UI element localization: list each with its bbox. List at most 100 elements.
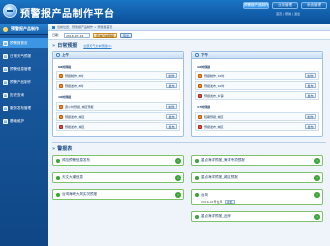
alerts-section-title: » 警报表: [52, 145, 73, 153]
sidebar-item-warning-info[interactable]: 预警信息管理: [0, 64, 48, 74]
schedule-header-row: 16时预报: [195, 62, 319, 71]
publish-button[interactable]: 发布: [304, 124, 316, 129]
schedule-row: 预报发布_城区 发布: [195, 122, 319, 131]
make-button[interactable]: 制作: [165, 104, 177, 109]
sidebar-item-daily-forecast[interactable]: 日常天气预报: [0, 51, 48, 61]
make-button[interactable]: 制作: [165, 73, 177, 78]
settings-icon: [3, 118, 8, 124]
alerts-title: 警报表: [57, 146, 73, 152]
sidebar-item-label: 预警产品制作: [10, 79, 31, 84]
arrow-right-icon[interactable]: ›: [314, 192, 320, 198]
morning-title: 上午: [62, 52, 69, 57]
typhoon-header: 台风 ›: [195, 192, 322, 198]
history-icon: [3, 92, 8, 98]
forecast-icon: [3, 53, 8, 59]
section-divider: [52, 142, 326, 143]
publish-button[interactable]: 发布: [304, 93, 316, 98]
alert-card[interactable]: 重点海洋预报_近岸 ›: [191, 211, 323, 222]
delete-icon: [198, 93, 202, 98]
delete-icon: [198, 124, 202, 129]
top-tab-business[interactable]: 业务管理: [272, 2, 298, 9]
afternoon-title: 下午: [201, 52, 208, 57]
make-button[interactable]: 制作: [304, 114, 316, 119]
status-dot-icon: [195, 193, 199, 197]
sidebar-item-home[interactable]: 预警报首页: [0, 38, 48, 48]
search-button[interactable]: 查询日常预报: [93, 32, 118, 38]
arrow-right-icon[interactable]: ›: [175, 157, 181, 164]
sidebar-item-publish[interactable]: 服务发布管理: [0, 103, 48, 113]
arrow-right-icon[interactable]: ›: [175, 191, 181, 198]
schedule-row: 预报发布_8时 发布: [56, 81, 180, 90]
arrow-right-icon[interactable]: ›: [314, 157, 320, 164]
view-button[interactable]: 查看: [224, 200, 235, 204]
publish-button[interactable]: 发布: [165, 124, 177, 129]
row-text: 预报发布_城区: [204, 124, 224, 129]
app-header: 预警报产品制作平台 首页 | 帮助 | 退出 预警报产品制作平台 业务管理 系统…: [0, 0, 330, 24]
home-icon: [3, 40, 8, 46]
status-dot-icon: [56, 192, 60, 197]
morning-panel-header: 上午: [53, 52, 183, 59]
daily-title: 日常预报: [57, 43, 78, 49]
alert-label: 风险预警信息发布: [62, 158, 90, 162]
publish-button[interactable]: 发布: [304, 83, 316, 88]
schedule-row: 预报发布_16时 发布: [195, 81, 319, 90]
export-button[interactable]: 导出: [120, 32, 133, 38]
warning-icon: [59, 104, 63, 109]
sidebar-item-history[interactable]: 历史查询: [0, 90, 48, 100]
main-content: 当前位置：预警报产品制作 > 预警报首页 日期： 2016-07-16 查询日常…: [48, 24, 330, 246]
typhoon-sub-row: 2016-01号台风 查看: [195, 200, 322, 204]
filter-bar: 日期： 2016-07-16 查询日常预报 导出: [48, 31, 330, 40]
alert-card[interactable]: 重点海洋预报_海洋专项预报 ›: [191, 155, 323, 166]
sidebar-item-label: 日常天气预报: [10, 53, 31, 58]
make-button[interactable]: 制作: [304, 73, 316, 78]
typhoon-alert-card[interactable]: 台风 › 2016-01号台风 查看: [191, 189, 323, 205]
breadcrumb-text: 当前位置：预警报产品制作 > 预警报首页: [57, 25, 113, 29]
daily-all-link[interactable]: 全部天气文本预报(0): [83, 44, 111, 48]
status-dot-icon: [56, 158, 60, 163]
row-text: 08时预报: [58, 64, 72, 69]
status-dot-icon: [56, 175, 60, 180]
schedule-header-row: 10时预报: [56, 92, 180, 101]
row-text: 17时预报: [197, 104, 211, 109]
status-dot-icon: [195, 175, 199, 180]
alert-label: 台风: [201, 192, 208, 197]
arrow-right-icon[interactable]: ›: [314, 213, 320, 220]
top-tab-system[interactable]: 系统管理: [301, 2, 327, 9]
schedule-row: 预报发布_城区 发布: [56, 112, 180, 121]
top-tab-platform[interactable]: 预警报产品制作平台: [243, 2, 269, 9]
alert-label: 重点海洋预报_近岸: [201, 214, 231, 218]
publish-button[interactable]: 发布: [165, 83, 177, 88]
schedule-row: 预报发布_乡镇 发布: [195, 91, 319, 100]
publish-icon: [3, 105, 8, 111]
arrow-right-icon[interactable]: ›: [314, 174, 320, 181]
row-text: 预报发布_乡镇: [204, 93, 224, 98]
row-text: 预报发布_8时: [65, 83, 84, 88]
sidebar-item-maintenance[interactable]: 基础维护: [0, 116, 48, 126]
clock-icon: [195, 53, 199, 57]
top-links[interactable]: 首页 | 帮助 | 退出: [276, 12, 300, 16]
product-icon: [3, 79, 8, 85]
schedule-row: 逐小时预报_城区预报 制作: [56, 102, 180, 111]
sidebar-header-label: 预警报产品制作: [11, 26, 39, 31]
sidebar-item-product-making[interactable]: 预警产品制作: [0, 77, 48, 87]
alert-card[interactable]: 台湾海峡大风实况预报 ›: [52, 189, 184, 200]
status-dot-icon: [195, 214, 199, 219]
warning-icon: [3, 66, 8, 72]
schedule-row: 预报制作_16时 制作: [195, 71, 319, 80]
warning-icon: [198, 114, 202, 119]
date-input[interactable]: 2016-07-16: [64, 32, 91, 38]
app-logo-icon: [3, 4, 17, 18]
schedule-row: 短期预报_城区 制作: [195, 112, 319, 121]
breadcrumb-home-icon: [52, 25, 55, 29]
delete-icon: [59, 124, 63, 129]
row-text: 16时预报: [197, 64, 211, 69]
alert-card[interactable]: 重点海洋预报_城区预报 ›: [191, 172, 323, 183]
alert-card[interactable]: 天文大潮信息 ›: [52, 172, 184, 183]
arrow-right-icon[interactable]: ›: [175, 174, 181, 181]
top-tabs: 预警报产品制作平台 业务管理 系统管理: [243, 2, 327, 9]
publish-button[interactable]: 发布: [165, 114, 177, 119]
alert-card[interactable]: 风险预警信息发布 ›: [52, 155, 184, 166]
row-text: 预报发布_城区: [65, 124, 85, 129]
schedule-header-row: 08时预报: [56, 62, 180, 71]
breadcrumb: 当前位置：预警报产品制作 > 预警报首页: [48, 24, 330, 31]
